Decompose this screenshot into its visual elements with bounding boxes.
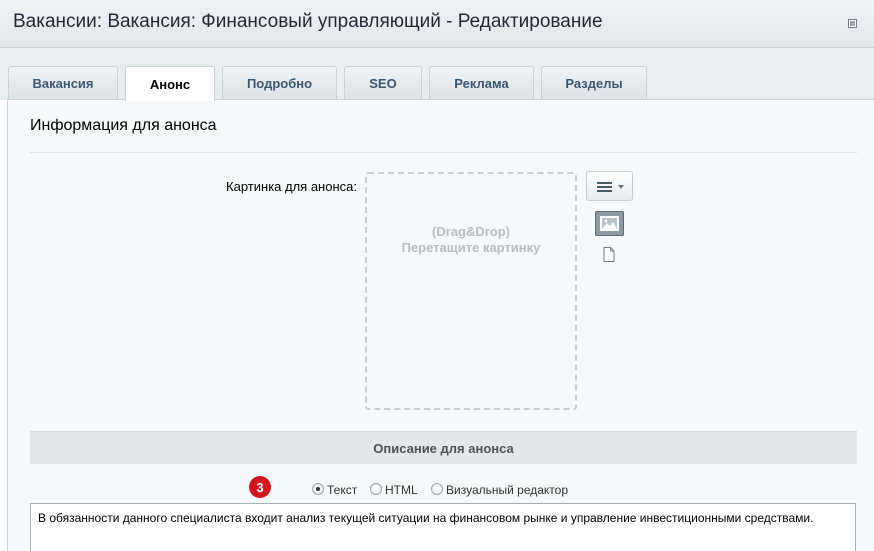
image-menu-button[interactable] (586, 171, 633, 201)
tab-sections[interactable]: Разделы (541, 66, 647, 100)
tab-advertising[interactable]: Реклама (429, 66, 534, 100)
tab-details[interactable]: Подробно (222, 66, 337, 100)
tab-label: Подробно (246, 76, 313, 91)
tab-label: Разделы (565, 76, 623, 91)
file-icon (603, 247, 615, 262)
chevron-down-icon (618, 185, 624, 189)
tab-label: Вакансия (32, 76, 94, 91)
description-header: Описание для анонса (30, 431, 857, 464)
menu-icon (597, 182, 612, 192)
tab-seo[interactable]: SEO (344, 66, 422, 100)
tab-announcement[interactable]: Анонс (125, 66, 215, 101)
preview-picture-label: Картинка для анонса: (226, 179, 357, 194)
maximize-icon[interactable] (848, 19, 857, 28)
section-title: Информация для анонса (30, 117, 217, 134)
page-title: Вакансии: Вакансия: Финансовый управляющ… (13, 11, 603, 32)
tab-label: Анонс (149, 76, 191, 92)
section-divider (30, 152, 857, 153)
tab-label: Реклама (454, 76, 509, 91)
image-icon (600, 216, 619, 231)
page-header: Вакансии: Вакансия: Финансовый управляющ… (0, 0, 874, 48)
image-upload-button[interactable] (595, 211, 624, 236)
dropzone-hint-1: (Drag&Drop) (432, 224, 510, 239)
radio-html[interactable] (370, 483, 382, 495)
radio-visual-editor-label[interactable]: Визуальный редактор (446, 483, 568, 497)
step-badge: 3 (249, 476, 271, 498)
dropzone-hint-2: Перетащите картинку (401, 240, 541, 255)
radio-visual-editor[interactable] (431, 483, 443, 495)
description-textarea[interactable]: В обязанности данного специалиста входит… (30, 503, 856, 551)
radio-text[interactable] (312, 483, 324, 495)
file-upload-button[interactable] (603, 247, 615, 262)
tab-label: SEO (369, 76, 397, 91)
radio-html-label[interactable]: HTML (385, 483, 418, 497)
tab-vacancy[interactable]: Вакансия (8, 66, 118, 100)
radio-text-label[interactable]: Текст (327, 483, 357, 497)
image-dropzone[interactable]: (Drag&Drop) Перетащите картинку (365, 172, 577, 410)
